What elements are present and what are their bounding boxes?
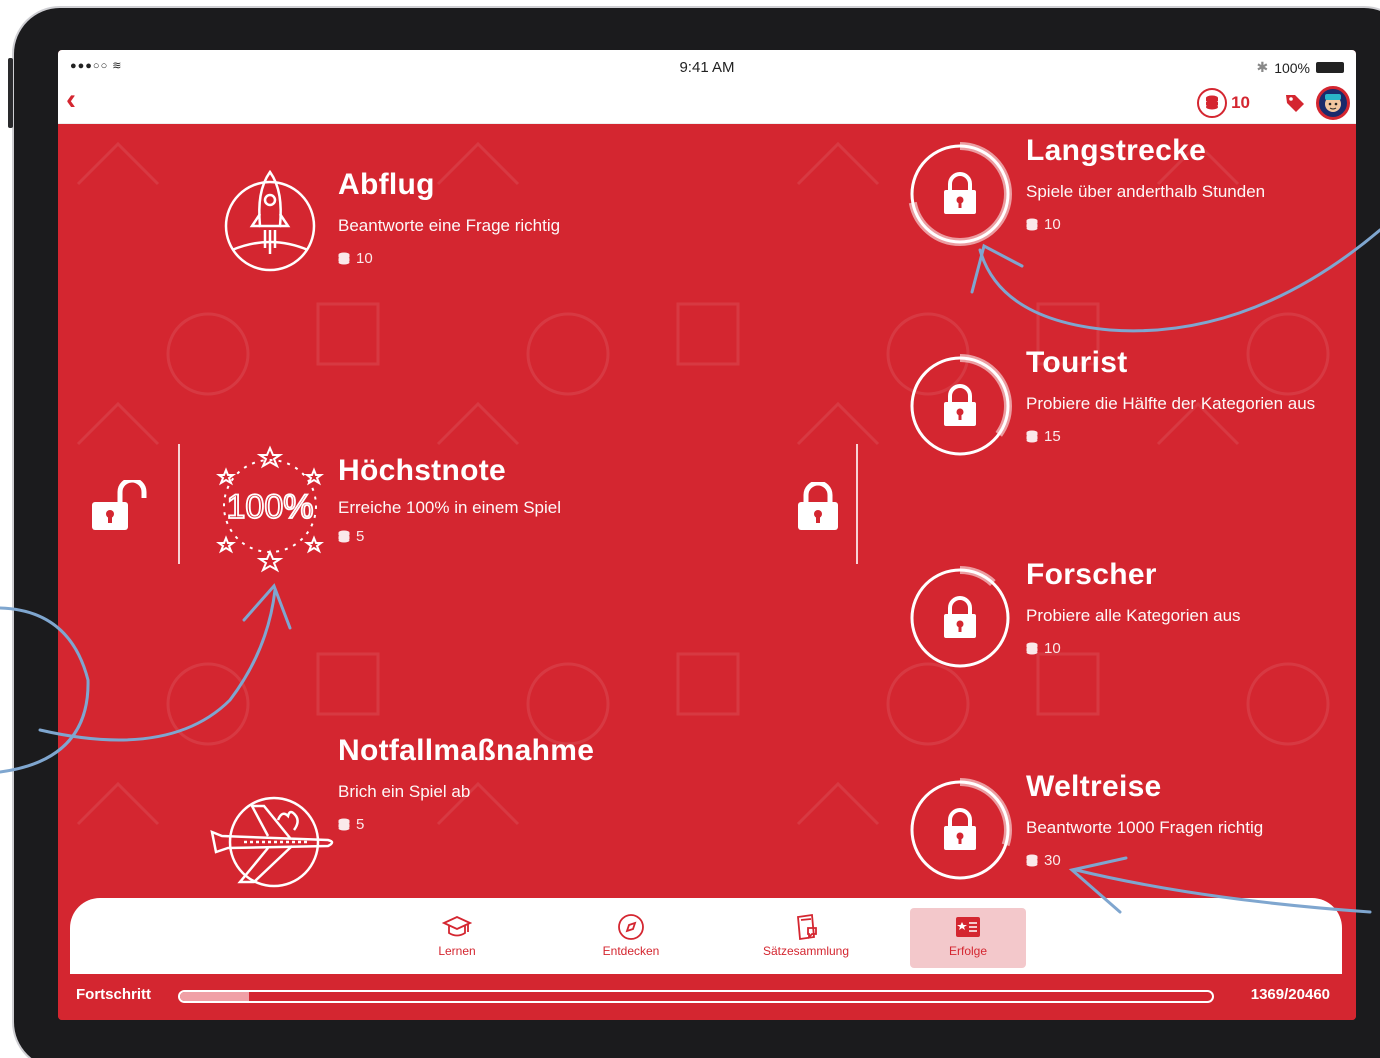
padlock-icon [944,172,976,214]
achievement-reward: 10 [1026,640,1241,657]
progress-ring [908,354,1012,458]
coin-balance[interactable]: 10 [1197,88,1250,118]
achievement-notfallmassnahme[interactable]: Notfallmaßnahme Brich ein Spiel ab 5 [338,734,594,833]
achievement-title: Notfallmaßnahme [338,734,595,767]
achievement-desc: Beantworte 1000 Fragen richtig [1026,818,1264,837]
status-bar: ●●●○○ ≋ 9:41 AM ✱ 100% [58,50,1356,80]
tab-lernen[interactable]: Lernen [402,908,512,968]
coin-stack-icon [1026,218,1038,230]
overall-progress: Fortschritt 1369/20460 [58,974,1356,1020]
avatar[interactable] [1316,86,1350,120]
tag-icon[interactable] [1284,92,1306,114]
back-chevron-icon[interactable]: ‹ [66,85,96,116]
achievement-desc: Probiere alle Kategorien aus [1026,606,1241,625]
achievement-title: Tourist [1026,346,1128,379]
bluetooth-icon: ✱ [1256,59,1269,75]
nav-bar: ‹ 10 [58,80,1356,124]
tab-saetzesammlung[interactable]: Sätzesammlung [746,908,866,968]
app-screen: ●●●○○ ≋ 9:41 AM ✱ 100% ‹ 10 Abflug Beant… [58,50,1356,1020]
coin-stack-icon [1197,88,1228,118]
achievement-reward: 10 [338,250,560,267]
rocket-icon [224,169,316,272]
achievement-reward: 5 [338,816,594,833]
unlocked-padlock-icon [92,480,147,530]
coin-stack-icon [338,252,350,264]
progress-ring [908,142,1012,246]
achievement-langstrecke[interactable]: Langstrecke Spiele über anderthalb Stund… [1026,134,1265,233]
progress-ring [908,778,1012,882]
graduation-cap-icon [442,916,472,937]
padlock-icon [944,808,976,850]
locked-padlock-icon [798,482,838,530]
achievement-desc: Brich ein Spiel ab [338,782,471,801]
achievements-list: Abflug Beantworte eine Frage richtig 10 … [58,124,1356,904]
padlock-icon [944,596,976,638]
lock-ring-icon [908,354,1012,458]
coin-stack-icon [1026,430,1038,442]
battery-icon [1316,62,1344,73]
avatar-face-icon [1325,94,1341,112]
achievement-abflug[interactable]: Abflug Beantworte eine Frage richtig 10 [338,168,560,267]
padlock-icon [944,384,976,426]
coin-stack-icon [1026,642,1038,654]
achievement-reward: 10 [1026,216,1265,233]
lock-ring-icon [908,778,1012,882]
tab-bar: Lernen Entdecken Sätzesammlung Erfolge [70,898,1342,974]
compass-icon [618,914,644,940]
achievement-desc: Spiele über anderthalb Stunden [1026,182,1266,201]
achievement-title: Höchstnote [338,454,506,487]
tab-entdecken[interactable]: Entdecken [576,908,686,968]
achievement-desc: Erreiche 100% in einem Spiel [338,498,562,517]
tab-erfolge[interactable]: Erfolge [910,908,1026,968]
battery-percent: 100% [1274,59,1310,76]
progress-fill [180,992,250,1001]
section-divider [178,444,180,564]
achievement-title: Abflug [338,168,435,201]
achievement-reward: 5 [338,528,561,545]
achievement-forscher[interactable]: Forscher Probiere alle Kategorien aus 10 [1026,558,1241,657]
progress-label: Fortschritt [76,986,151,1003]
progress-count: 1369/20460 [1250,986,1330,1003]
burning-plane-icon [210,796,334,888]
phrasebook-icon [797,913,817,941]
achievement-desc: Probiere die Hälfte der Kategorien aus [1026,394,1316,413]
achievement-tourist[interactable]: Tourist Probiere die Hälfte der Kategori… [1026,346,1315,445]
side-button [8,58,13,128]
achievement-reward: 30 [1026,852,1263,869]
progress-bar [178,990,1214,1003]
lock-ring-icon [908,142,1012,246]
progress-ring [908,566,1012,670]
hundred-percent-icon: 100% [216,445,324,573]
coin-stack-icon [338,530,350,542]
battery-indicator: ✱ 100% [1256,59,1344,76]
section-divider [856,444,858,564]
trophy-card-icon [956,917,980,937]
achievement-desc: Beantworte eine Frage richtig [338,216,561,235]
achievement-title: Forscher [1026,558,1157,591]
achievement-weltreise[interactable]: Weltreise Beantworte 1000 Fragen richtig… [1026,770,1263,869]
svg-text:100%: 100% [227,488,314,526]
coin-stack-icon [1026,854,1038,866]
status-time: 9:41 AM [679,59,735,76]
achievement-title: Weltreise [1026,770,1162,803]
achievement-hoechstnote[interactable]: Höchstnote Erreiche 100% in einem Spiel … [338,454,561,545]
coin-stack-icon [338,818,350,830]
coin-count: 10 [1231,93,1250,112]
achievement-reward: 15 [1026,428,1315,445]
achievement-title: Langstrecke [1026,134,1207,167]
lock-ring-icon [908,566,1012,670]
